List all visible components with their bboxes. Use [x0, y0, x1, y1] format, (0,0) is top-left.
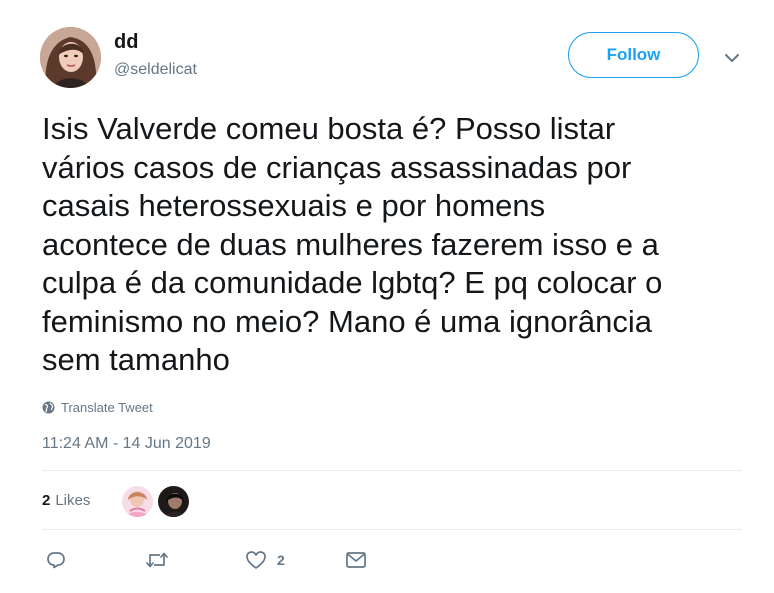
direct-message-button[interactable] [345, 544, 367, 576]
reply-button[interactable] [46, 544, 66, 576]
globe-icon [42, 401, 55, 413]
author-handle[interactable]: @seldelicat [114, 61, 197, 79]
tweet-card: dd @seldelicat Follow Isis Valverde come… [0, 0, 774, 593]
likes-summary[interactable]: 2 Likes [42, 484, 90, 516]
follow-button[interactable]: Follow [568, 32, 699, 78]
like-count: 2 [277, 552, 285, 568]
envelope-icon [346, 552, 366, 568]
reply-icon [47, 552, 65, 569]
chevron-down-icon [725, 54, 739, 62]
likes-count: 2 [42, 491, 51, 509]
translate-tweet-label: Translate Tweet [61, 399, 153, 415]
liker-avatar-1[interactable] [122, 486, 153, 517]
heart-icon [246, 551, 266, 569]
avatar-photo [40, 27, 101, 88]
like-button[interactable]: 2 [245, 544, 285, 576]
retweet-button[interactable] [145, 544, 169, 576]
divider-bottom [42, 529, 742, 530]
tweet-timestamp[interactable]: 11:24 AM - 14 Jun 2019 [42, 435, 211, 453]
liker-photo-1 [122, 486, 153, 517]
translate-tweet-link[interactable]: Translate Tweet [42, 398, 153, 416]
more-options-caret[interactable] [722, 50, 742, 66]
divider-top [42, 470, 742, 471]
retweet-icon [146, 552, 168, 568]
author-display-name[interactable]: dd [114, 31, 138, 54]
likes-label[interactable]: Likes [55, 492, 90, 509]
tweet-actions: 2 [0, 544, 774, 576]
tweet-text: Isis Valverde comeu bosta é? Posso lista… [42, 111, 663, 377]
author-avatar[interactable] [40, 27, 101, 88]
liker-avatar-2[interactable] [158, 486, 189, 517]
liker-photo-2 [158, 486, 189, 517]
